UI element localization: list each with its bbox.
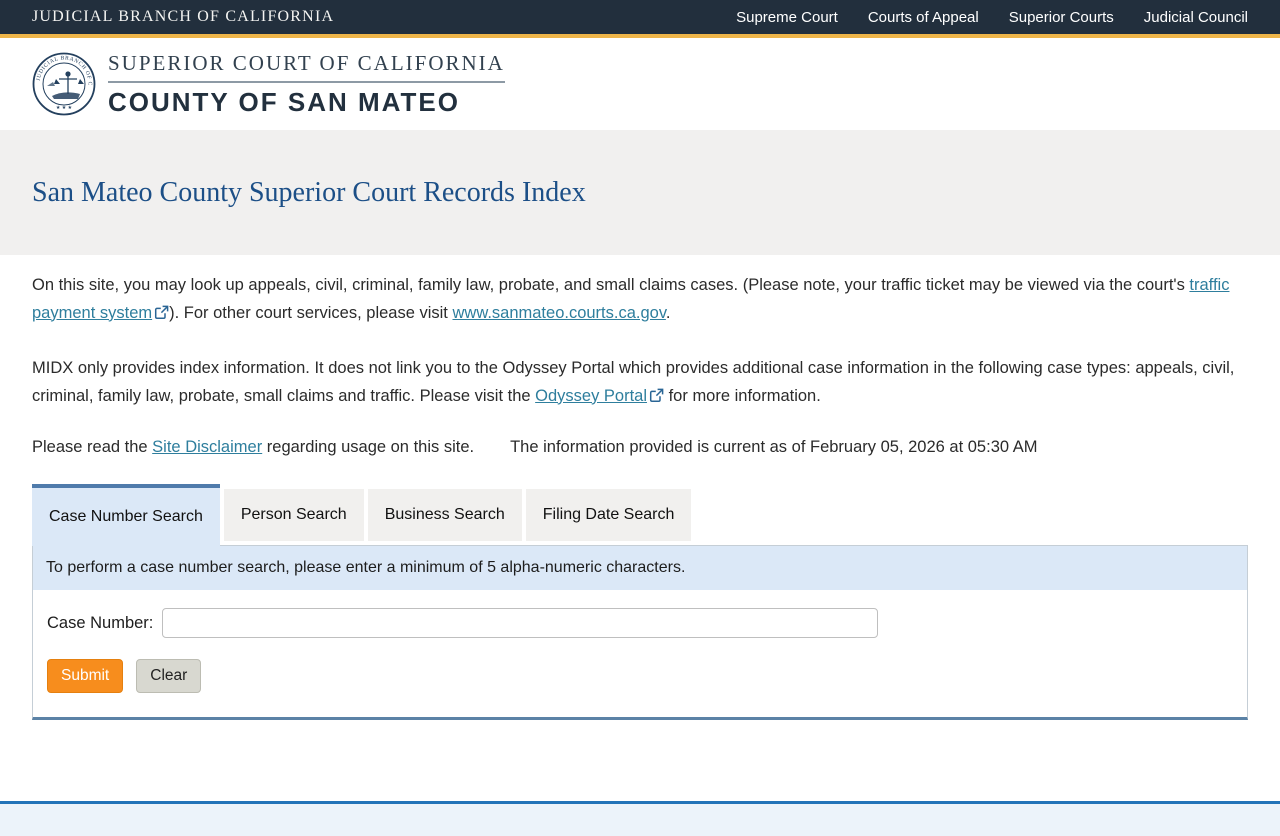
nav-link-superior-courts[interactable]: Superior Courts — [1009, 9, 1114, 26]
external-link-icon — [154, 302, 169, 319]
case-number-input[interactable] — [162, 608, 879, 638]
tab-filing-date-search[interactable]: Filing Date Search — [525, 489, 692, 541]
svg-text:★ ★ ★: ★ ★ ★ — [56, 105, 73, 111]
disclaimer-row: Please read the Site Disclaimer regardin… — [32, 410, 1248, 457]
tab-case-number-search[interactable]: Case Number Search — [32, 484, 220, 546]
case-number-form: Case Number: Submit Clear — [33, 590, 1247, 717]
search-instruction: To perform a case number search, please … — [33, 546, 1247, 590]
odyssey-portal-link[interactable]: Odyssey Portal — [535, 387, 647, 405]
disclaimer-text-after: regarding usage on this site. — [262, 438, 475, 456]
sanmateo-courts-link[interactable]: www.sanmateo.courts.ca.gov — [452, 304, 665, 322]
court-lockup: SUPERIOR COURT OF CALIFORNIA COUNTY OF S… — [108, 51, 505, 118]
intro-paragraph-2: MIDX only provides index information. It… — [32, 327, 1248, 410]
intro-p1-mid-text: ). For other court services, please visi… — [169, 303, 453, 322]
nav-link-courts-of-appeal[interactable]: Courts of Appeal — [868, 9, 979, 26]
intro-p2-after-text: for more information. — [664, 386, 821, 405]
superior-court-line: SUPERIOR COURT OF CALIFORNIA — [108, 51, 505, 83]
intro-content: On this site, you may look up appeals, c… — [0, 255, 1280, 457]
search-tabs: Case Number Search Person Search Busines… — [32, 483, 1248, 546]
site-disclaimer-link[interactable]: Site Disclaimer — [152, 438, 262, 456]
nav-link-supreme-court[interactable]: Supreme Court — [736, 9, 838, 26]
top-utility-bar: JUDICIAL BRANCH OF CALIFORNIA Supreme Co… — [0, 0, 1280, 34]
site-header: JUDICIAL BRANCH OF CALIFORNIA ★ ★ ★ SUPE… — [0, 38, 1280, 130]
nav-link-judicial-council[interactable]: Judicial Council — [1144, 9, 1248, 26]
intro-p1-end: . — [665, 303, 671, 322]
current-as-of-text: The information provided is current as o… — [510, 438, 1038, 456]
judicial-branch-brand: JUDICIAL BRANCH OF CALIFORNIA — [32, 8, 335, 25]
page-title: San Mateo County Superior Court Records … — [32, 176, 586, 208]
court-seal-icon: JUDICIAL BRANCH OF CALIFORNIA ★ ★ ★ — [30, 48, 96, 116]
intro-p1-text: On this site, you may look up appeals, c… — [32, 276, 1190, 294]
case-number-search-panel: To perform a case number search, please … — [32, 545, 1248, 720]
intro-paragraph-1: On this site, you may look up appeals, c… — [32, 255, 1248, 327]
top-nav: Supreme Court Courts of Appeal Superior … — [736, 9, 1248, 26]
case-number-label: Case Number: — [47, 613, 154, 632]
county-line: COUNTY OF SAN MATEO — [108, 86, 460, 117]
submit-button[interactable]: Submit — [47, 659, 124, 693]
external-link-icon — [649, 385, 664, 402]
footer-band — [0, 801, 1280, 836]
clear-button[interactable]: Clear — [136, 659, 202, 693]
tab-person-search[interactable]: Person Search — [223, 489, 364, 541]
disclaimer-text-before: Please read the — [32, 438, 153, 456]
tab-business-search[interactable]: Business Search — [367, 489, 522, 541]
title-band: San Mateo County Superior Court Records … — [0, 130, 1280, 255]
